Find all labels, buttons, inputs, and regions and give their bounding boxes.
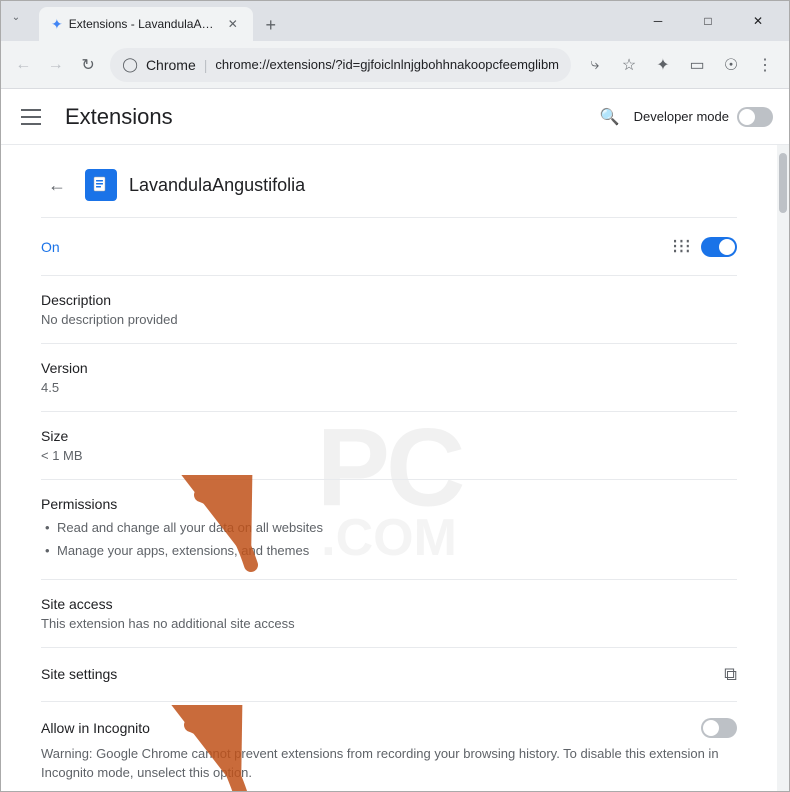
on-label: On	[41, 239, 60, 255]
refresh-button[interactable]: ↻	[74, 49, 102, 81]
extension-enable-toggle[interactable]	[701, 237, 737, 257]
site-settings-row[interactable]: Site settings ⧉	[41, 648, 737, 702]
document-icon	[92, 176, 110, 194]
tab-area: ✦ Extensions - LavandulaAngustifol... ✕ …	[31, 1, 627, 41]
lock-icon: ◯	[122, 56, 138, 73]
forward-button[interactable]: →	[41, 49, 69, 81]
menu-button[interactable]: ⋮	[749, 49, 781, 81]
tab-extension-icon: ✦	[51, 16, 63, 33]
hamburger-line-3	[21, 123, 41, 125]
permission-item-1: Read and change all your data on all web…	[41, 516, 737, 539]
on-right-controls: ⁝⁝⁝	[672, 234, 737, 259]
bookmark-button[interactable]: ☆	[613, 49, 645, 81]
permission-item-2: Manage your apps, extensions, and themes	[41, 539, 737, 562]
permissions-list: Read and change all your data on all web…	[41, 516, 737, 563]
nav-icon-group: ⤷ ☆ ✦ ▭ ☉ ⋮	[579, 49, 781, 81]
size-row: Size < 1 MB	[41, 412, 737, 480]
developer-mode-toggle[interactable]	[737, 107, 773, 127]
size-label: Size	[41, 428, 737, 444]
back-button[interactable]: ←	[9, 49, 37, 81]
external-link-icon: ⧉	[724, 664, 737, 685]
extension-app-icon	[85, 169, 117, 201]
active-tab[interactable]: ✦ Extensions - LavandulaAngustifol... ✕	[39, 7, 253, 41]
nav-bar: ← → ↻ ◯ Chrome | chrome://extensions/?id…	[1, 41, 789, 89]
allow-incognito-toggle[interactable]	[701, 718, 737, 738]
hamburger-line-1	[21, 109, 41, 111]
scrollbar-thumb[interactable]	[779, 153, 787, 213]
version-label: Version	[41, 360, 737, 376]
maximize-button[interactable]: □	[685, 5, 731, 37]
site-settings-label: Site settings	[41, 666, 117, 682]
developer-mode-area: 🔍 Developer mode	[594, 101, 773, 133]
extension-detail: ← LavandulaAngustifolia On	[1, 145, 777, 791]
address-separator: |	[204, 57, 208, 73]
close-button[interactable]: ✕	[735, 5, 781, 37]
description-value: No description provided	[41, 312, 737, 327]
version-value: 4.5	[41, 380, 737, 395]
browser-window: ⌄ ✦ Extensions - LavandulaAngustifol... …	[0, 0, 790, 792]
allow-incognito-header: Allow in Incognito	[41, 718, 737, 738]
main-content: PC .COM ← LavandulaAngus	[1, 145, 777, 791]
size-value: < 1 MB	[41, 448, 737, 463]
tab-title: Extensions - LavandulaAngustifol...	[69, 17, 219, 31]
share-button[interactable]: ⤷	[579, 49, 611, 81]
tab-close-button[interactable]: ✕	[225, 16, 241, 32]
site-access-label: Site access	[41, 596, 737, 612]
scrollbar[interactable]	[777, 145, 789, 791]
hamburger-menu[interactable]	[17, 101, 49, 133]
new-tab-button[interactable]: +	[257, 11, 285, 39]
tab-scroll-chevron[interactable]: ⌄	[1, 1, 31, 33]
address-bar[interactable]: ◯ Chrome | chrome://extensions/?id=gjfoi…	[110, 48, 571, 82]
hamburger-line-2	[21, 116, 41, 118]
search-button[interactable]: 🔍	[594, 101, 626, 133]
description-label: Description	[41, 292, 737, 308]
permissions-label: Permissions	[41, 496, 737, 512]
chrome-brand-label: Chrome	[146, 57, 196, 73]
back-to-extensions-button[interactable]: ←	[41, 169, 73, 201]
extension-name-row: ← LavandulaAngustifolia	[41, 145, 737, 218]
description-row: Description No description provided	[41, 276, 737, 344]
site-access-row: Site access This extension has no additi…	[41, 580, 737, 648]
content-area: PC .COM ← LavandulaAngus	[1, 145, 789, 791]
on-status-row: On ⁝⁝⁝	[41, 218, 737, 276]
extension-button[interactable]: ✦	[647, 49, 679, 81]
window-controls: ─ □ ✕	[627, 1, 789, 41]
tab-strip-button[interactable]: ▭	[681, 49, 713, 81]
extensions-title: Extensions	[65, 104, 578, 130]
grid-icon[interactable]: ⁝⁝⁝	[672, 234, 691, 259]
extension-name: LavandulaAngustifolia	[129, 175, 305, 196]
version-row: Version 4.5	[41, 344, 737, 412]
title-bar: ⌄ ✦ Extensions - LavandulaAngustifol... …	[1, 1, 789, 41]
site-access-value: This extension has no additional site ac…	[41, 616, 737, 631]
allow-incognito-row: Allow in Incognito Warning: Google Chrom…	[41, 702, 737, 791]
permissions-row: Permissions Read and change all your dat…	[41, 480, 737, 580]
minimize-button[interactable]: ─	[635, 5, 681, 37]
extensions-header: Extensions 🔍 Developer mode	[1, 89, 789, 145]
profile-button[interactable]: ☉	[715, 49, 747, 81]
allow-incognito-label: Allow in Incognito	[41, 720, 150, 736]
allow-incognito-warning: Warning: Google Chrome cannot prevent ex…	[41, 744, 737, 783]
developer-mode-label: Developer mode	[634, 109, 729, 124]
address-text: chrome://extensions/?id=gjfoiclnlnjgbohh…	[215, 57, 559, 72]
